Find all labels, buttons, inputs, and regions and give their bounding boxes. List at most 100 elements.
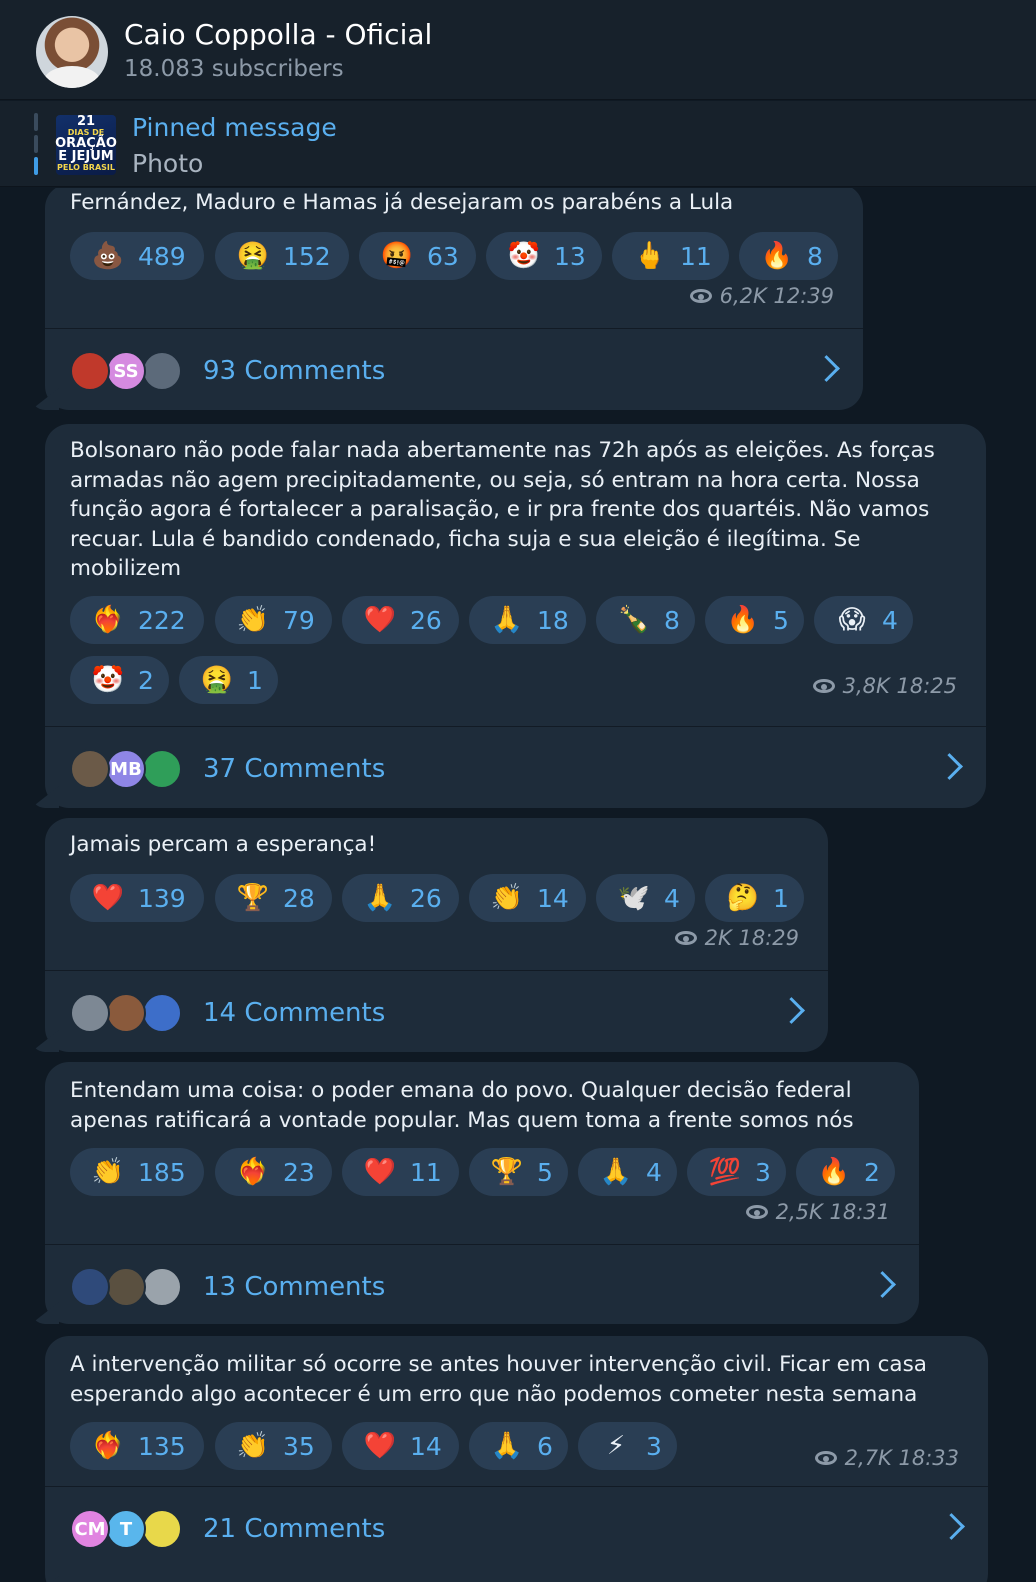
clown-icon: 🤡 xyxy=(91,665,125,695)
reaction-heart-on-fire[interactable]: ❤️‍🔥 23 xyxy=(215,1148,332,1196)
reaction-vomit[interactable]: 🤮 152 xyxy=(215,232,349,280)
reaction-heart[interactable]: ❤️ 11 xyxy=(342,1148,459,1196)
reaction-count: 13 xyxy=(554,241,586,271)
channel-avatar[interactable] xyxy=(36,16,108,88)
reaction-clapping[interactable]: 👏 14 xyxy=(469,874,586,922)
message-feed[interactable]: Fernández, Maduro e Hamas já desejaram o… xyxy=(0,188,1036,1582)
commenter-avatars: SS xyxy=(70,351,190,391)
reaction-hundred[interactable]: 💯 3 xyxy=(687,1148,786,1196)
fire-icon: 🔥 xyxy=(760,241,794,271)
commenter-avatars: CM T xyxy=(70,1509,190,1549)
channel-post[interactable]: Fernández, Maduro e Hamas já desejaram o… xyxy=(31,188,863,410)
pray-icon: 🙏 xyxy=(599,1157,633,1187)
reaction-pray[interactable]: 🙏 18 xyxy=(469,596,586,644)
comments-button[interactable]: 13 Comments xyxy=(45,1245,919,1325)
view-count: 3,8K xyxy=(842,674,890,698)
reaction-heart[interactable]: ❤️ 26 xyxy=(342,596,459,644)
post-meta: 2K 18:29 xyxy=(674,926,799,950)
reaction-count: 26 xyxy=(410,883,442,913)
fire-icon: 🔥 xyxy=(817,1157,851,1187)
reaction-count: 4 xyxy=(664,883,680,913)
vomit-icon: 🤮 xyxy=(200,665,234,695)
comments-button[interactable]: SS 93 Comments xyxy=(45,329,863,409)
reaction-heart-on-fire[interactable]: ❤️‍🔥 135 xyxy=(70,1422,204,1470)
reaction-heart[interactable]: ❤️ 139 xyxy=(70,874,204,922)
reaction-fire[interactable]: 🔥 5 xyxy=(705,596,804,644)
trophy-icon: 🏆 xyxy=(490,1157,524,1187)
post-text: Fernández, Maduro e Hamas já desejaram o… xyxy=(70,190,734,215)
subscriber-count: 18.083 subscribers xyxy=(124,56,344,82)
reaction-clapping[interactable]: 👏 185 xyxy=(70,1148,204,1196)
commenter-avatar: T xyxy=(106,1509,146,1549)
commenter-avatar: CM xyxy=(70,1509,110,1549)
heart-icon: ❤️ xyxy=(363,1157,397,1187)
comments-button[interactable]: MB 37 Comments xyxy=(45,727,986,807)
eye-icon xyxy=(812,679,835,693)
comments-button[interactable]: CM T 21 Comments xyxy=(45,1487,988,1567)
channel-title[interactable]: Caio Coppolla - Oficial xyxy=(124,18,432,51)
reaction-count: 63 xyxy=(427,241,459,271)
post-meta: 2,5K 18:31 xyxy=(745,1200,890,1224)
channel-post[interactable]: A intervenção militar só ocorre se antes… xyxy=(31,1336,988,1582)
reaction-count: 18 xyxy=(537,605,569,635)
pinned-message-bar[interactable]: 21 DIAS DE ORAÇÃO E JEJUM PELO BRASIL Pi… xyxy=(0,101,1036,187)
channel-post[interactable]: Jamais percam a esperança! ❤️ 139 🏆 28 🙏 26 👏 14… xyxy=(31,818,828,1052)
reaction-pray[interactable]: 🙏 26 xyxy=(342,874,459,922)
post-time: 18:29 xyxy=(738,926,799,950)
reaction-fire[interactable]: 🔥 8 xyxy=(739,232,838,280)
reaction-scream[interactable]: 😱 4 xyxy=(814,596,913,644)
clapping-icon: 👏 xyxy=(91,1157,125,1187)
reaction-count: 1 xyxy=(773,883,789,913)
reaction-count: 28 xyxy=(283,883,315,913)
chevron-right-icon xyxy=(813,355,840,382)
reaction-heart[interactable]: ❤️ 14 xyxy=(342,1422,459,1470)
reaction-trophy[interactable]: 🏆 5 xyxy=(469,1148,568,1196)
champagne-icon: 🍾 xyxy=(617,605,651,635)
reaction-vomit[interactable]: 🤮 1 xyxy=(179,656,278,704)
pinned-subtitle: Photo xyxy=(132,149,204,178)
commenter-avatar: SS xyxy=(106,351,146,391)
clapping-icon: 👏 xyxy=(236,1431,270,1461)
reaction-swearing[interactable]: 🤬 63 xyxy=(359,232,476,280)
chevron-right-icon xyxy=(869,1271,896,1298)
reaction-count: 5 xyxy=(773,605,789,635)
swearing-icon: 🤬 xyxy=(380,241,414,271)
reaction-clapping[interactable]: 👏 79 xyxy=(215,596,332,644)
reaction-count: 489 xyxy=(138,241,186,271)
reaction-clown[interactable]: 🤡 2 xyxy=(70,656,169,704)
heart-on-fire-icon: ❤️‍🔥 xyxy=(91,1431,125,1461)
reaction-count: 11 xyxy=(680,241,712,271)
reaction-clown[interactable]: 🤡 13 xyxy=(486,232,602,280)
reaction-clapping[interactable]: 👏 35 xyxy=(215,1422,332,1470)
chevron-right-icon xyxy=(936,753,963,780)
lightning-icon: ⚡ xyxy=(606,1431,626,1461)
reaction-middle-finger[interactable]: 🖕 11 xyxy=(612,232,729,280)
channel-post[interactable]: Entendam uma coisa: o poder emana do pov… xyxy=(31,1062,919,1325)
post-time: 12:39 xyxy=(773,284,834,308)
post-meta: 3,8K 18:25 xyxy=(812,674,957,698)
post-text: Jamais percam a esperança! xyxy=(70,832,377,857)
channel-post[interactable]: Bolsonaro não pode falar nada abertament… xyxy=(31,424,986,808)
commenter-avatar xyxy=(142,1267,182,1307)
reaction-champagne[interactable]: 🍾 8 xyxy=(596,596,695,644)
heart-on-fire-icon: ❤️‍🔥 xyxy=(91,605,125,635)
reaction-dove[interactable]: 🕊️ 4 xyxy=(596,874,695,922)
reaction-pray[interactable]: 🙏 4 xyxy=(578,1148,677,1196)
reaction-fire[interactable]: 🔥 2 xyxy=(796,1148,895,1196)
reaction-trophy[interactable]: 🏆 28 xyxy=(215,874,332,922)
reaction-poop[interactable]: 💩 489 xyxy=(70,232,204,280)
comments-button[interactable]: 14 Comments xyxy=(45,971,828,1051)
post-time: 18:33 xyxy=(898,1446,959,1470)
pinned-indicator xyxy=(34,113,39,177)
reaction-count: 3 xyxy=(755,1157,771,1187)
hundred-icon: 💯 xyxy=(708,1157,742,1187)
reaction-count: 8 xyxy=(807,241,823,271)
middle-finger-icon: 🖕 xyxy=(633,241,667,271)
reaction-thinking[interactable]: 🤔 1 xyxy=(705,874,804,922)
reaction-pray[interactable]: 🙏 6 xyxy=(469,1422,568,1470)
reaction-lightning[interactable]: ⚡ 3 xyxy=(578,1422,677,1470)
chevron-right-icon xyxy=(778,997,805,1024)
reaction-count: 26 xyxy=(410,605,442,635)
reaction-heart-on-fire[interactable]: ❤️‍🔥 222 xyxy=(70,596,204,644)
comments-count: 13 Comments xyxy=(203,1272,386,1302)
